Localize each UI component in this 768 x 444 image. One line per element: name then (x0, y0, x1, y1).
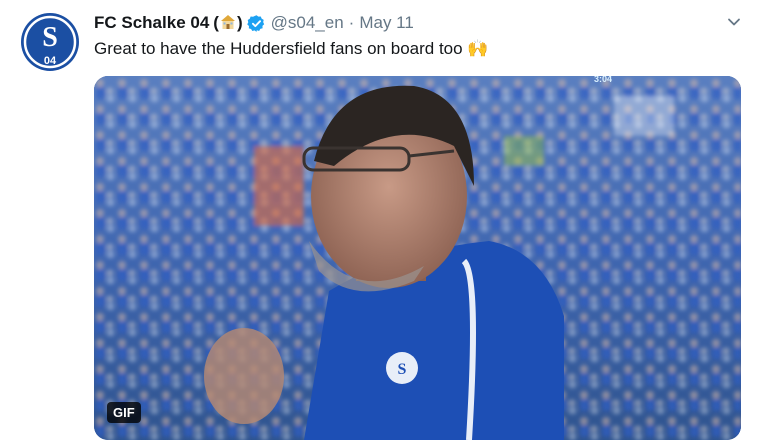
name-emoji: ( ) (213, 12, 242, 34)
gif-badge: GIF (107, 402, 141, 423)
stadium-house-icon (219, 13, 237, 31)
handle[interactable]: @s04_en (271, 12, 344, 34)
avatar[interactable]: S 04 (20, 12, 80, 72)
logo-letter: S (42, 22, 58, 53)
paren-close: ) (236, 13, 243, 32)
verified-badge-icon (246, 14, 266, 33)
timestamp-link[interactable]: May 11 (359, 12, 414, 34)
chevron-down-icon[interactable] (726, 14, 742, 30)
logo-number: 04 (44, 55, 57, 67)
tweet[interactable]: S 04 FC Schalke 04 ( ) @s04_en · May 11 (0, 0, 768, 444)
tweet-header: FC Schalke 04 ( ) @s04_en · May 11 (94, 12, 738, 34)
svg-text:S: S (398, 361, 407, 378)
media-gif[interactable]: 3:04 S (94, 76, 741, 440)
gif-frame: 3:04 S (94, 76, 741, 440)
separator-dot: · (348, 13, 355, 32)
scoreboard-text: 3:04 (594, 76, 612, 84)
schalke-logo: S 04 (21, 13, 79, 71)
tweet-text: Great to have the Huddersfield fans on b… (94, 39, 489, 58)
display-name[interactable]: FC Schalke 04 (94, 12, 209, 34)
